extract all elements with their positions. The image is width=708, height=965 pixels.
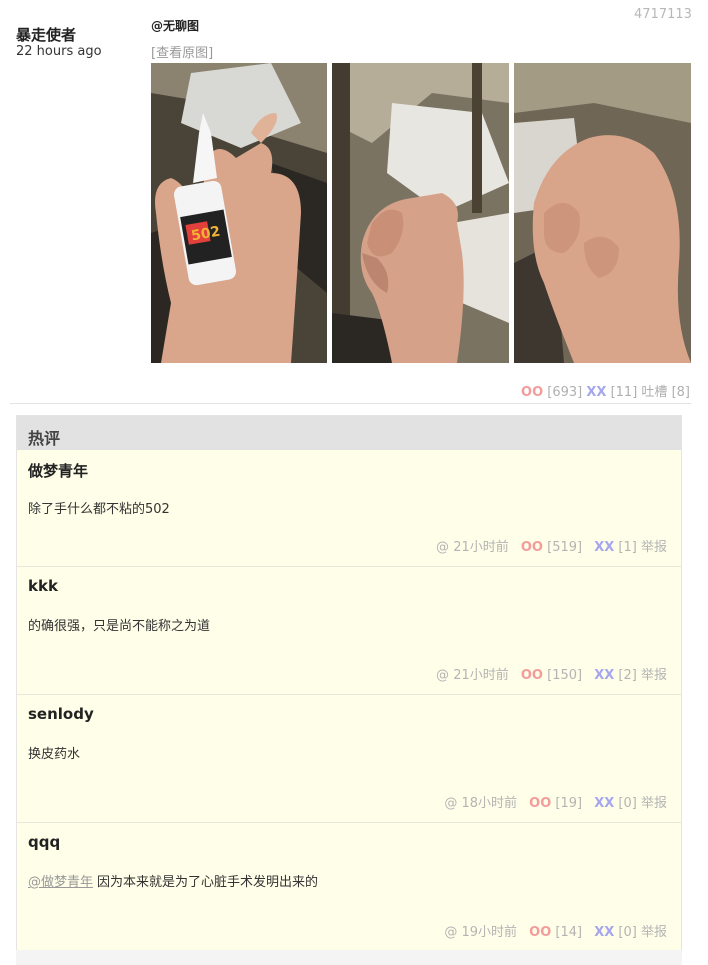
comment-oo-button[interactable]: OO — [521, 668, 543, 683]
comment-oo-count: [19] — [555, 796, 583, 811]
comment-xx-count: [1] — [618, 540, 637, 555]
comment-meta: @ 21小时前 OO [519] XX [1] 举报 — [436, 536, 667, 555]
comment-oo-button[interactable]: OO — [521, 540, 543, 555]
comment-xx-count: [0] — [618, 925, 637, 940]
comment-text: 的确很强，只是尚不能称之为道 — [28, 615, 210, 634]
post-oo-count: [693] — [547, 385, 583, 400]
comment-item: senlody 换皮药水 @ 18小时前 OO [19] XX [0] 举报 — [17, 695, 681, 823]
post-xx-count: [11] — [610, 385, 638, 400]
comment-item: 做梦青年 除了手什么都不粘的502 @ 21小时前 OO [519] XX [1… — [17, 450, 681, 567]
comment-time: 21小时前 — [453, 540, 509, 555]
comment-oo-button[interactable]: OO — [529, 796, 551, 811]
comment-meta: @ 18小时前 OO [19] XX [0] 举报 — [444, 792, 667, 811]
comment-time: 19小时前 — [461, 925, 518, 940]
post-divider — [10, 403, 691, 404]
comment-text: @做梦青年 因为本来就是为了心脏手术发明出来的 — [28, 871, 318, 890]
comment-xx-count: [2] — [618, 668, 637, 683]
comment-body: 因为本来就是为了心脏手术发明出来的 — [97, 875, 319, 890]
post-author[interactable]: 暴走使者 — [16, 24, 76, 45]
comment-oo-count: [519] — [547, 540, 583, 555]
post-title: @无聊图 — [151, 19, 200, 33]
comment-time: 21小时前 — [453, 668, 509, 683]
comment-item: qqq @做梦青年 因为本来就是为了心脏手术发明出来的 @ 19小时前 OO [1… — [17, 823, 681, 951]
reply-at-button[interactable]: @ — [444, 925, 457, 940]
comment-text: 换皮药水 — [28, 743, 80, 762]
hot-comments-header: 热评 — [17, 415, 681, 450]
post-tucao-button[interactable]: 吐槽 — [641, 385, 667, 400]
comment-oo-count: [150] — [547, 668, 583, 683]
report-button[interactable]: 举报 — [641, 925, 667, 940]
post-id[interactable]: 4717113 — [634, 7, 692, 22]
comment-xx-button[interactable]: XX — [594, 796, 614, 811]
post-image-fist-closeup[interactable] — [514, 63, 691, 363]
hot-comments-panel: 热评 做梦青年 除了手什么都不粘的502 @ 21小时前 OO [519] XX… — [16, 415, 682, 952]
post-tucao-count: [8] — [671, 385, 690, 400]
comment-xx-button[interactable]: XX — [594, 668, 614, 683]
comment-meta: @ 19小时前 OO [14] XX [0] 举报 — [444, 921, 667, 940]
report-button[interactable]: 举报 — [641, 540, 667, 555]
comment-author[interactable]: 做梦青年 — [28, 460, 88, 481]
post-image-fist[interactable] — [332, 63, 509, 363]
post-oo-button[interactable]: OO — [521, 385, 543, 400]
fist-closeup-photo — [514, 63, 691, 363]
comment-oo-button[interactable]: OO — [529, 925, 551, 940]
view-original-label[interactable]: [查看原图] — [151, 46, 213, 61]
reply-at-button[interactable]: @ — [436, 540, 449, 555]
report-button[interactable]: 举报 — [641, 668, 667, 683]
post-xx-button[interactable]: XX — [586, 385, 606, 400]
comment-author[interactable]: kkk — [28, 577, 58, 595]
comment-xx-button[interactable]: XX — [594, 540, 614, 555]
post-image-hand-with-glue[interactable]: 502 — [151, 63, 327, 363]
comment-author[interactable]: senlody — [28, 705, 94, 723]
post-time: 22 hours ago — [16, 44, 102, 59]
glue-hand-photo: 502 — [151, 63, 327, 363]
report-button[interactable]: 举报 — [641, 796, 667, 811]
comment-item: kkk 的确很强，只是尚不能称之为道 @ 21小时前 OO [150] XX [… — [17, 567, 681, 695]
comment-mention-link[interactable]: @做梦青年 — [28, 875, 93, 890]
comment-time: 18小时前 — [461, 796, 518, 811]
comment-meta: @ 21小时前 OO [150] XX [2] 举报 — [436, 664, 667, 683]
comment-body: 换皮药水 — [28, 747, 81, 762]
comment-body: 的确很强，只是尚不能称之为道 — [28, 619, 211, 634]
bottom-strip — [16, 950, 682, 965]
comment-body: 除了手什么都不粘的502 — [28, 502, 170, 517]
comment-author[interactable]: qqq — [28, 833, 60, 851]
comment-xx-button[interactable]: XX — [594, 925, 614, 940]
comment-oo-count: [14] — [555, 925, 583, 940]
comment-text: 除了手什么都不粘的502 — [28, 498, 170, 517]
fist-photo — [332, 63, 509, 363]
post-vote-bar: OO [693] XX [11] 吐槽 [8] — [521, 381, 690, 400]
reply-at-button[interactable]: @ — [444, 796, 457, 811]
reply-at-button[interactable]: @ — [436, 668, 449, 683]
view-original-link[interactable]: [查看原图] — [151, 42, 213, 61]
comment-xx-count: [0] — [618, 796, 637, 811]
